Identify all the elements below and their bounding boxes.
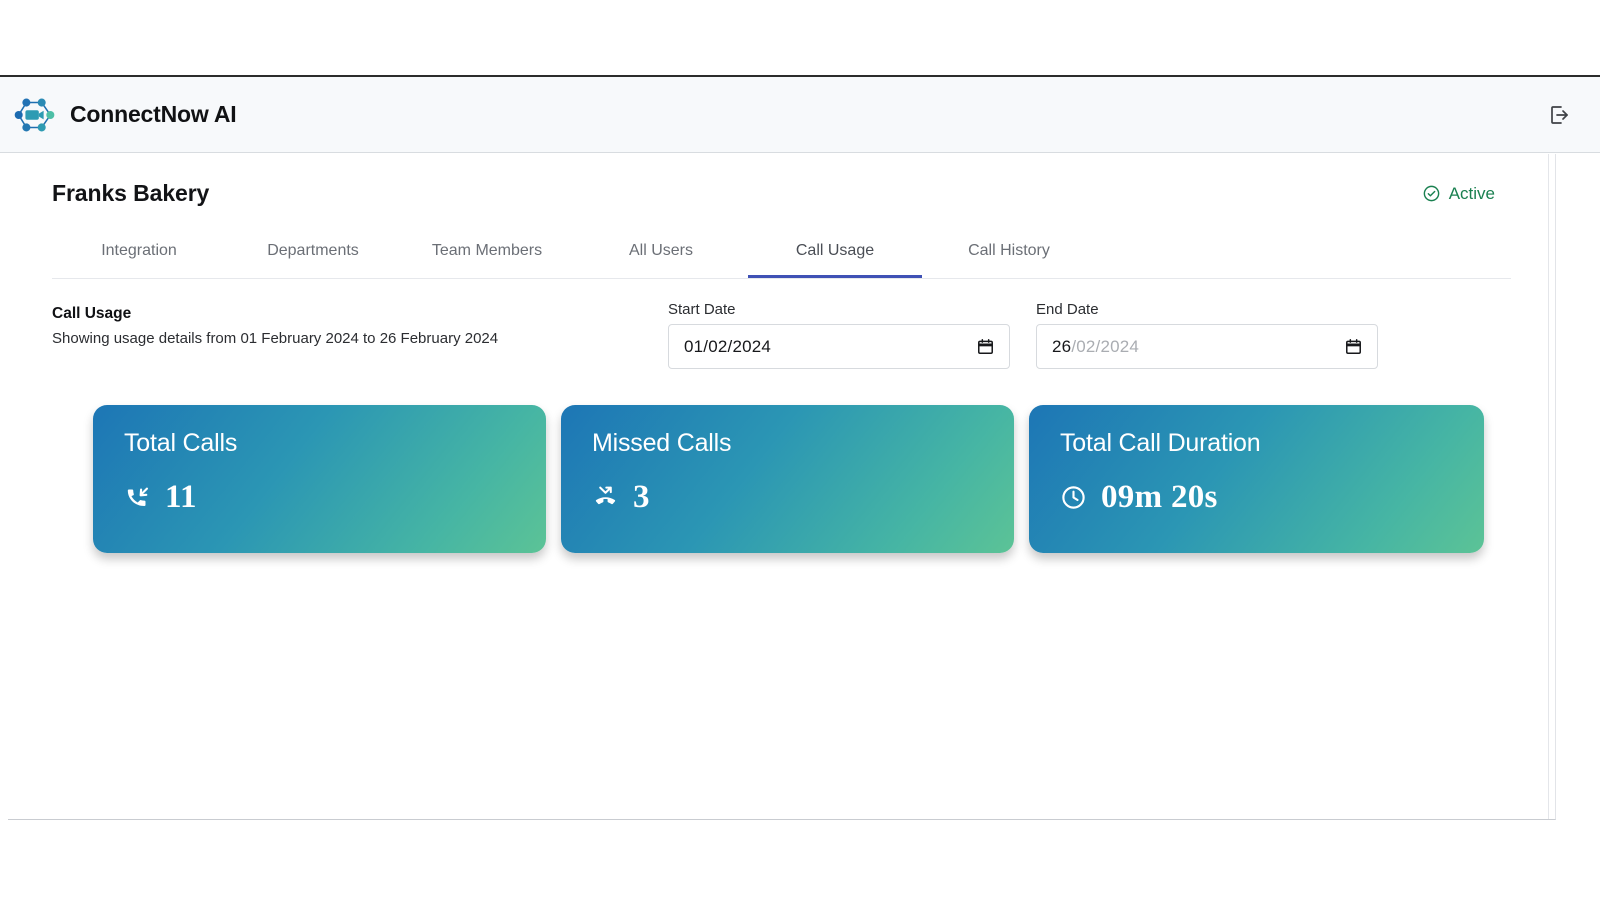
logout-icon[interactable] bbox=[1544, 100, 1574, 130]
usage-header-row: Call Usage Showing usage details from 01… bbox=[8, 279, 1555, 369]
end-date-remaining-segment[interactable]: /02/2024 bbox=[1071, 337, 1139, 356]
end-date-day-segment[interactable]: 26 bbox=[1052, 337, 1071, 356]
app-window: ConnectNow AI Franks Bakery Active Integ… bbox=[0, 75, 1600, 820]
stat-card-value: 3 bbox=[633, 479, 650, 515]
usage-subheading: Showing usage details from 01 February 2… bbox=[52, 330, 499, 347]
brand[interactable]: ConnectNow AI bbox=[12, 92, 237, 138]
end-date-label: End Date bbox=[1036, 301, 1099, 318]
tab-integration[interactable]: Integration bbox=[52, 229, 226, 278]
check-circle-icon bbox=[1422, 184, 1441, 203]
content-card: Franks Bakery Active Integration Departm… bbox=[8, 154, 1556, 820]
tab-team-members[interactable]: Team Members bbox=[400, 229, 574, 278]
network-video-logo-icon bbox=[12, 92, 58, 138]
start-date-value: 01/02/2024 bbox=[684, 336, 772, 356]
calendar-icon[interactable] bbox=[976, 337, 995, 356]
stat-card-value-row: 11 bbox=[124, 479, 546, 516]
tab-call-usage[interactable]: Call Usage bbox=[748, 229, 922, 278]
phone-incoming-icon bbox=[124, 484, 151, 511]
stat-card-label: Missed Calls bbox=[592, 429, 732, 457]
stat-card-value-row: 09m 20s bbox=[1060, 479, 1484, 516]
stat-card-value: 11 bbox=[165, 479, 197, 515]
stat-card-value: 09m 20s bbox=[1101, 479, 1218, 515]
tab-departments[interactable]: Departments bbox=[226, 229, 400, 278]
tab-call-history[interactable]: Call History bbox=[922, 229, 1096, 278]
start-date-field: Start Date 01/02/2024 bbox=[668, 301, 1010, 369]
start-date-label: Start Date bbox=[668, 301, 736, 318]
stat-card-label: Total Call Duration bbox=[1060, 429, 1261, 457]
stat-card-value-row: 3 bbox=[592, 479, 1014, 516]
vertical-scrollbar[interactable] bbox=[1548, 154, 1555, 819]
page-title: Franks Bakery bbox=[52, 180, 210, 206]
stat-card-label: Total Calls bbox=[124, 429, 238, 457]
tab-all-users[interactable]: All Users bbox=[574, 229, 748, 278]
page-head: Franks Bakery Active bbox=[8, 154, 1555, 207]
status-badge: Active bbox=[1422, 184, 1495, 204]
screen-root: ConnectNow AI Franks Bakery Active Integ… bbox=[0, 0, 1600, 900]
usage-heading: Call Usage bbox=[52, 305, 132, 322]
end-date-field: End Date 26/02/2024 bbox=[1036, 301, 1378, 369]
tab-bar: Integration Departments Team Members All… bbox=[52, 229, 1511, 279]
start-date-input[interactable]: 01/02/2024 bbox=[668, 324, 1010, 369]
status-badge-label: Active bbox=[1448, 183, 1495, 203]
stat-card-total-calls: Total Calls 11 bbox=[93, 405, 546, 553]
calendar-icon[interactable] bbox=[1344, 337, 1363, 356]
end-date-value: 26/02/2024 bbox=[1052, 337, 1139, 357]
stat-card-missed-calls: Missed Calls 3 bbox=[561, 405, 1014, 553]
stat-card-list: Total Calls 11 Missed Calls 3 Total Call… bbox=[8, 369, 1555, 553]
end-date-input[interactable]: 26/02/2024 bbox=[1036, 324, 1378, 369]
app-topbar: ConnectNow AI bbox=[0, 77, 1600, 153]
clock-icon bbox=[1060, 484, 1087, 511]
usage-info: Call Usage Showing usage details from 01… bbox=[52, 301, 668, 347]
brand-name: ConnectNow AI bbox=[70, 101, 237, 127]
phone-missed-icon bbox=[592, 484, 619, 511]
stat-card-total-call-duration: Total Call Duration 09m 20s bbox=[1029, 405, 1484, 553]
